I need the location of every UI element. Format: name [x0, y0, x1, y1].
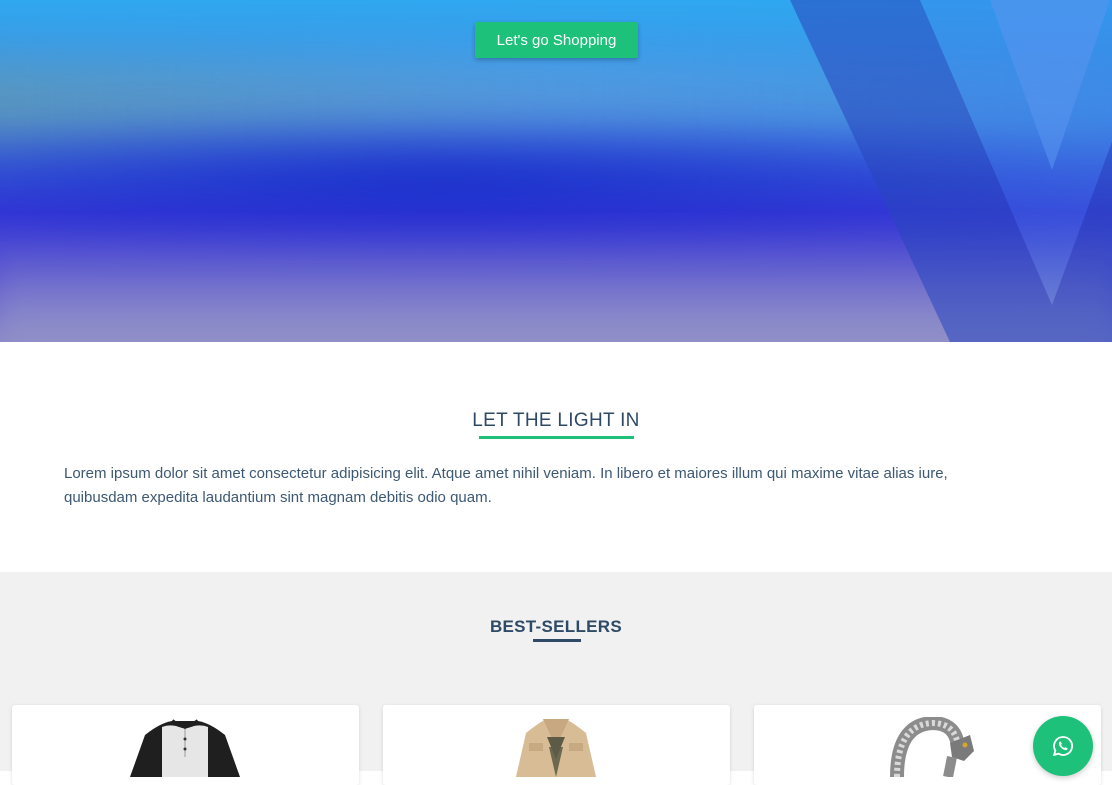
jacket-image — [516, 719, 596, 777]
hero-banner: Let's go Shopping — [0, 0, 1112, 342]
about-title: LET THE LIGHT IN — [472, 410, 640, 431]
product-card-henley[interactable] — [12, 705, 359, 785]
best-sellers-section: BEST-SELLERS — [0, 572, 1112, 785]
about-text: Lorem ipsum dolor sit amet consectetur a… — [64, 465, 948, 506]
whatsapp-chat-button[interactable] — [1033, 716, 1093, 776]
henley-shirt-image — [130, 719, 240, 777]
best-sellers-underline — [533, 639, 581, 642]
dragon-bracelet-image — [890, 717, 974, 777]
best-sellers-title: BEST-SELLERS — [489, 617, 623, 636]
about-title-underline — [479, 436, 634, 439]
whatsapp-icon — [1052, 736, 1074, 757]
product-card-jacket[interactable] — [383, 705, 730, 785]
about-section: LET THE LIGHT IN Lorem ipsum dolor sit a… — [0, 342, 1112, 572]
hero-v-shape — [790, 0, 1112, 342]
shop-now-button[interactable]: Let's go Shopping — [475, 22, 638, 58]
